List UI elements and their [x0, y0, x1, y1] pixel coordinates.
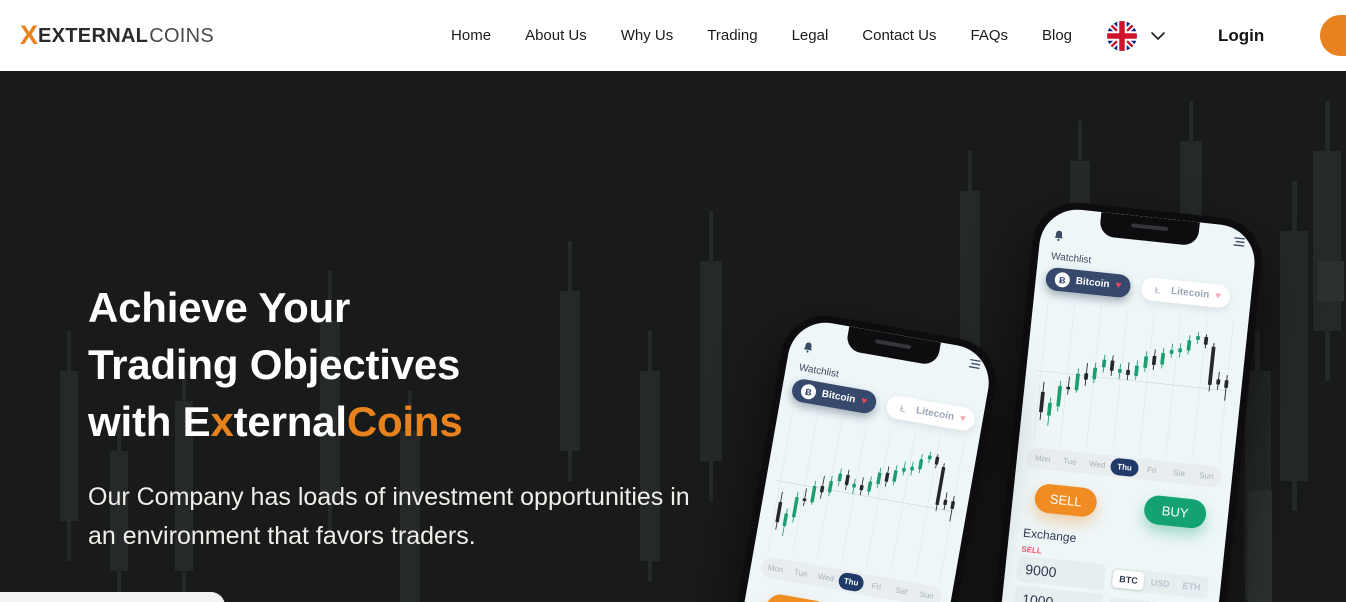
- nav-item-home[interactable]: Home: [434, 27, 508, 44]
- language-selector[interactable]: [1107, 20, 1166, 51]
- login-button[interactable]: Login: [1218, 26, 1264, 46]
- day-thu[interactable]: Thu: [1109, 457, 1140, 478]
- hamburger-menu-icon-front[interactable]: [968, 358, 981, 370]
- bottom-left-card: [0, 592, 225, 602]
- day-wed-front[interactable]: Wed: [812, 567, 840, 588]
- day-thu-front[interactable]: Thu: [837, 571, 866, 593]
- hamburger-menu-icon[interactable]: [1233, 237, 1245, 247]
- main-navigation: Home About Us Why Us Trading Legal Conta…: [434, 27, 1089, 44]
- heart-icon-litecoin-front[interactable]: ♥: [959, 413, 967, 425]
- headline-ternal: ternal: [233, 398, 347, 445]
- buy-button[interactable]: BUY: [1142, 494, 1208, 530]
- token-usd-1[interactable]: USD: [1144, 573, 1177, 594]
- nav-item-why-us[interactable]: Why Us: [604, 27, 691, 44]
- nav-item-legal[interactable]: Legal: [775, 27, 846, 44]
- nav-item-about-us[interactable]: About Us: [508, 27, 604, 44]
- heart-icon-bitcoin-front[interactable]: ♥: [860, 396, 868, 408]
- candlestick-chart-front: [759, 405, 973, 586]
- day-sun[interactable]: Sun: [1192, 466, 1221, 486]
- token-toggle-1: BTC USD ETH: [1110, 567, 1210, 600]
- nav-item-faqs[interactable]: FAQs: [953, 27, 1025, 44]
- token-btc-1[interactable]: BTC: [1112, 569, 1145, 591]
- candlestick-chart-back: [1024, 295, 1243, 466]
- nav-item-contact-us[interactable]: Contact Us: [845, 27, 953, 44]
- coin-pill-bitcoin[interactable]: Ƀ Bitcoin ♥: [1044, 266, 1132, 299]
- day-tue-front[interactable]: Tue: [787, 563, 815, 584]
- site-header: X EXTERNAL COINS Home About Us Why Us Tr…: [0, 0, 1346, 71]
- headline-with-e: with E: [88, 398, 211, 445]
- token-eth-1[interactable]: ETH: [1176, 576, 1208, 597]
- hero-section: Achieve Your Trading Objectives with Ext…: [0, 71, 1346, 602]
- nav-item-blog[interactable]: Blog: [1025, 27, 1089, 44]
- trade-actions-back: SELL BUY: [1033, 482, 1208, 530]
- bitcoin-icon: Ƀ: [1054, 271, 1071, 289]
- headline-line-1: Achieve Your: [88, 284, 351, 331]
- coin-name-bitcoin: Bitcoin: [1075, 275, 1111, 291]
- headline-line-2: Trading Objectives: [88, 341, 461, 388]
- hero-subtext: Our Company has loads of investment oppo…: [88, 483, 690, 550]
- coin-pill-litecoin[interactable]: Ł Litecoin ♥: [1139, 276, 1232, 309]
- coin-name-litecoin: Litecoin: [1170, 285, 1210, 301]
- bell-icon-front[interactable]: [802, 341, 815, 355]
- headline-line-3: with ExternalCoins: [88, 393, 708, 450]
- uk-flag-icon: [1107, 20, 1138, 51]
- logo-primary-text: EXTERNAL: [38, 24, 149, 47]
- day-fri[interactable]: Fri: [1137, 460, 1166, 480]
- logo-x-icon: X: [20, 20, 38, 50]
- nav-item-trading[interactable]: Trading: [690, 27, 774, 44]
- coin-name-litecoin-front: Litecoin: [915, 405, 955, 423]
- day-fri-front[interactable]: Fri: [862, 576, 890, 597]
- day-mon[interactable]: Mon: [1028, 449, 1057, 469]
- hero-headline: Achieve Your Trading Objectives with Ext…: [88, 279, 708, 450]
- bell-icon[interactable]: [1053, 229, 1065, 242]
- day-sun-front[interactable]: Sun: [913, 585, 941, 602]
- heart-icon-bitcoin[interactable]: ♥: [1115, 280, 1122, 292]
- day-tue[interactable]: Tue: [1055, 452, 1084, 472]
- day-sat-front[interactable]: Sat: [887, 580, 915, 601]
- brand-logo[interactable]: X EXTERNAL COINS: [20, 22, 214, 49]
- day-wed[interactable]: Wed: [1083, 455, 1112, 475]
- heart-icon-litecoin[interactable]: ♥: [1215, 290, 1222, 302]
- bitcoin-icon-front: Ƀ: [799, 383, 818, 401]
- phone-screen-back: Trade Watchlist Ƀ Bitcoin: [995, 205, 1259, 602]
- sell-button-front[interactable]: SELL: [763, 592, 830, 602]
- coin-name-bitcoin-front: Bitcoin: [820, 388, 857, 406]
- headline-accent-coins: Coins: [346, 398, 463, 445]
- phone-mockup-back: Trade Watchlist Ƀ Bitcoin: [988, 198, 1266, 602]
- landing-page: X EXTERNAL COINS Home About Us Why Us Tr…: [0, 0, 1346, 602]
- day-sat[interactable]: Sat: [1165, 463, 1194, 483]
- day-mon-front[interactable]: Mon: [762, 558, 790, 579]
- headline-accent-x: x: [210, 398, 234, 445]
- logo-secondary-text: COINS: [149, 24, 215, 47]
- litecoin-icon: Ł: [1154, 284, 1161, 296]
- hero-copy: Achieve Your Trading Objectives with Ext…: [88, 279, 708, 556]
- signup-button[interactable]: Sign Up: [1320, 15, 1346, 56]
- sell-button[interactable]: SELL: [1033, 482, 1099, 519]
- litecoin-icon-front: Ł: [899, 402, 907, 414]
- chevron-down-icon: [1151, 31, 1165, 40]
